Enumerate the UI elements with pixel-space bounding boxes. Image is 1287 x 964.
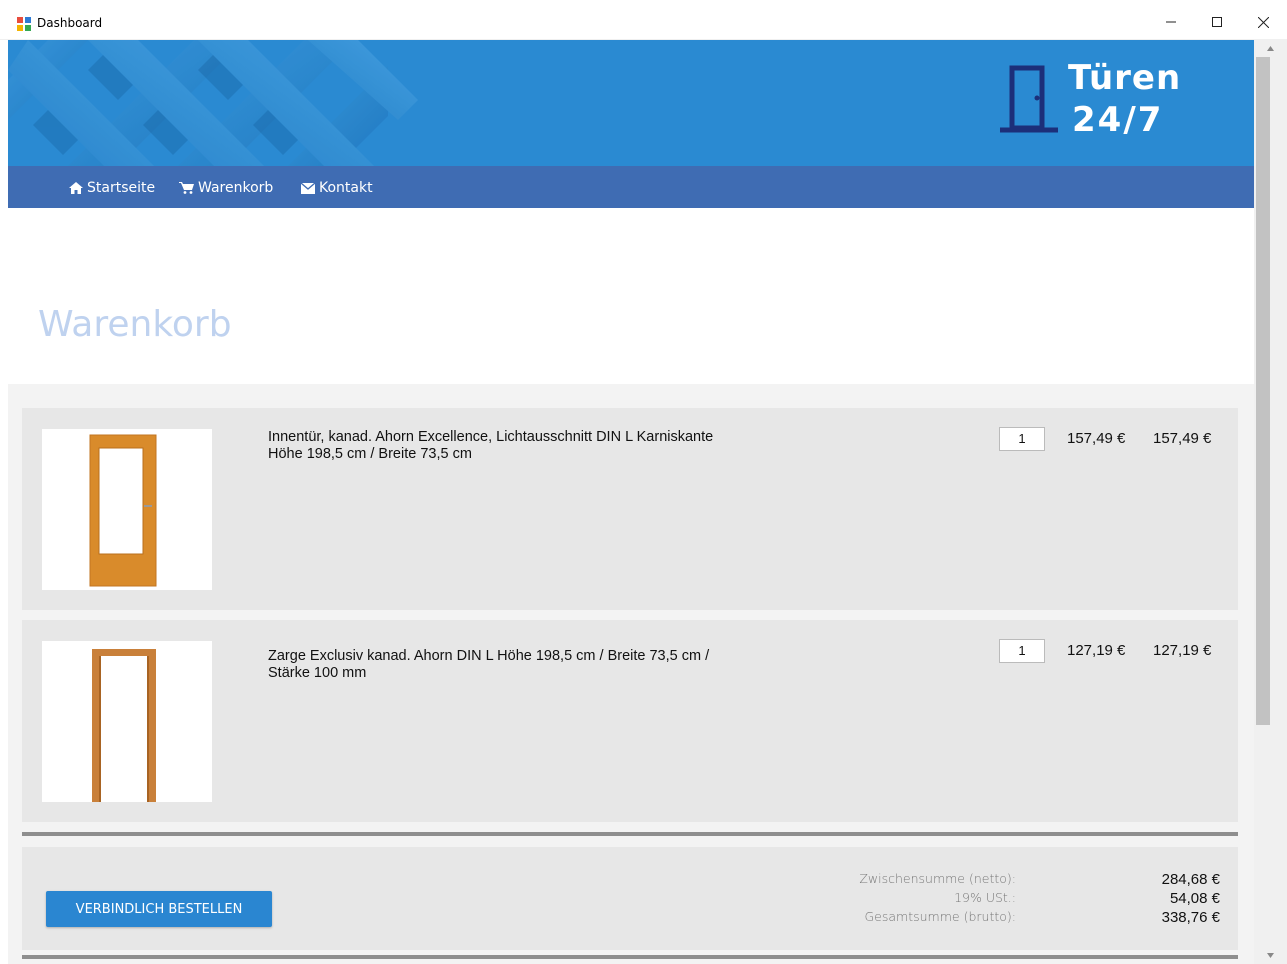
divider xyxy=(22,955,1238,959)
home-icon xyxy=(69,182,83,194)
cart-item: Innentür, kanad. Ahorn Excellence, Licht… xyxy=(22,408,1238,610)
nav-label: Kontakt xyxy=(319,180,373,196)
vat-label: 19% USt.: xyxy=(954,890,1016,905)
header-banner: Türen 24/7 xyxy=(8,40,1254,166)
page-viewport: Türen 24/7 Startseite Warenkorb Kontakt … xyxy=(8,40,1254,964)
total-label: Gesamtsumme (brutto): xyxy=(864,909,1017,924)
cart-icon xyxy=(179,182,194,194)
envelope-icon xyxy=(301,182,315,194)
chevron-down-icon xyxy=(1267,953,1274,958)
door-image xyxy=(89,434,157,587)
product-image[interactable] xyxy=(42,429,212,590)
scroll-down-button[interactable] xyxy=(1254,947,1287,964)
scroll-thumb[interactable] xyxy=(1256,57,1270,725)
unit-price: 157,49 € xyxy=(1067,430,1126,447)
vertical-scrollbar[interactable] xyxy=(1254,40,1287,964)
unit-price: 127,19 € xyxy=(1067,642,1126,659)
maximize-button[interactable] xyxy=(1194,8,1240,36)
window-titlebar: Dashboard xyxy=(0,0,1287,40)
minimize-icon xyxy=(1166,21,1176,23)
vat-value: 54,08 € xyxy=(1169,890,1220,907)
door-frame-image xyxy=(92,649,156,802)
main-navbar: Startseite Warenkorb Kontakt xyxy=(8,166,1254,208)
close-icon xyxy=(1257,16,1269,28)
subtotal-value: 284,68 € xyxy=(1161,871,1220,888)
page-title: Warenkorb xyxy=(38,304,232,346)
divider xyxy=(22,832,1238,836)
line-total: 127,19 € xyxy=(1153,642,1212,659)
product-image[interactable] xyxy=(42,641,212,802)
window-title: Dashboard xyxy=(37,16,103,30)
nav-warenkorb[interactable]: Warenkorb xyxy=(179,178,273,198)
nav-label: Startseite xyxy=(87,180,156,196)
chevron-up-icon xyxy=(1267,46,1274,51)
order-summary: VERBINDLICH BESTELLEN Zwischensumme (net… xyxy=(22,847,1238,950)
cart-item: Zarge Exclusiv kanad. Ahorn DIN L Höhe 1… xyxy=(22,620,1238,822)
quantity-input[interactable]: 1 xyxy=(999,427,1045,451)
close-button[interactable] xyxy=(1240,8,1286,36)
nav-startseite[interactable]: Startseite xyxy=(69,178,155,198)
subtotal-label: Zwischensumme (netto): xyxy=(859,871,1016,886)
total-value: 338,76 € xyxy=(1161,909,1220,926)
scroll-up-button[interactable] xyxy=(1254,40,1287,57)
product-description: Zarge Exclusiv kanad. Ahorn DIN L Höhe 1… xyxy=(268,648,710,681)
minimize-button[interactable] xyxy=(1148,8,1194,36)
brand-tagline: 24/7 xyxy=(1072,100,1164,140)
quantity-input[interactable]: 1 xyxy=(999,639,1045,663)
app-icon xyxy=(17,17,31,31)
product-description: Innentür, kanad. Ahorn Excellence, Licht… xyxy=(268,429,714,462)
maximize-icon xyxy=(1212,17,1222,27)
brand-name: Türen xyxy=(1068,58,1182,98)
nav-kontakt[interactable]: Kontakt xyxy=(301,178,373,198)
nav-label: Warenkorb xyxy=(198,180,274,196)
place-order-button[interactable]: VERBINDLICH BESTELLEN xyxy=(46,891,272,927)
line-total: 157,49 € xyxy=(1153,430,1212,447)
